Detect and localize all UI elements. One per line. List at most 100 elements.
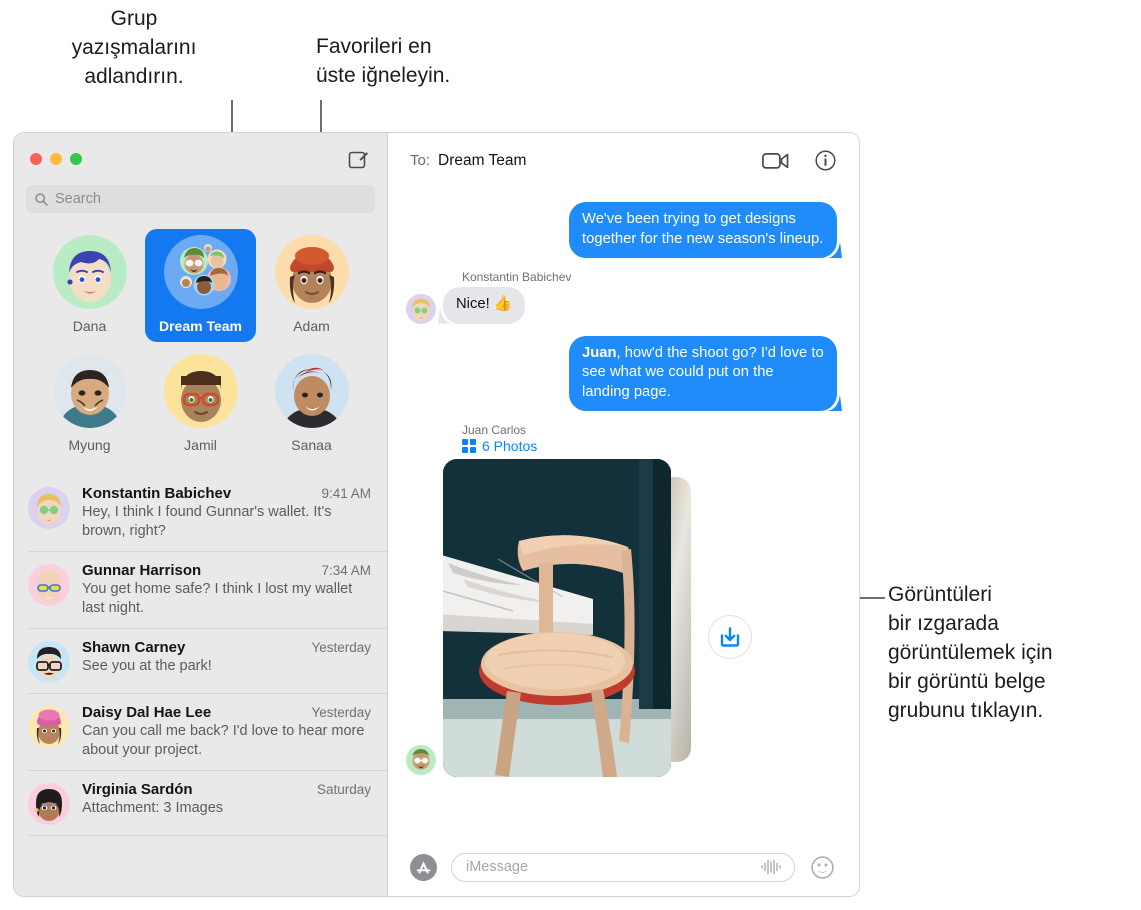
callout-group-naming: Grup yazışmalarını adlandırın. <box>71 7 197 88</box>
sidebar-toolbar <box>14 133 387 185</box>
conversation-list: Konstantin Babichev 9:41 AM Hey, I think… <box>14 475 387 896</box>
avatar <box>52 235 127 309</box>
info-icon[interactable] <box>815 150 836 171</box>
callout-pin-favorites: Favorileri en üste iğneleyin. <box>316 35 451 87</box>
conversation-body: Gunnar Harrison 7:34 AM You get home saf… <box>82 562 371 618</box>
message-bubble[interactable]: Nice! 👍 <box>443 287 526 324</box>
avatar-group <box>163 235 238 309</box>
search-icon <box>35 192 48 206</box>
conversation-header: Virginia Sardón Saturday <box>82 781 371 798</box>
message-row-outgoing: Juan, how'd the shoot go? I'd love to se… <box>406 335 837 411</box>
photos-count-link[interactable]: 6 Photos <box>462 438 837 454</box>
conversation-header: Konstantin Babichev 9:41 AM <box>82 485 371 502</box>
avatar <box>406 293 436 324</box>
message-bubble[interactable]: We've been trying to get designs togethe… <box>569 202 837 258</box>
avatar <box>274 354 349 428</box>
message-row-outgoing: We've been trying to get designs togethe… <box>406 202 837 258</box>
pinned-item-adam[interactable]: Adam <box>256 229 367 342</box>
smiley-icon[interactable] <box>809 854 835 880</box>
pinned-item-dream-team[interactable]: Dream Team <box>145 229 256 342</box>
avatar <box>28 641 70 683</box>
conversation-time: Yesterday <box>311 640 371 655</box>
message-group-incoming: Konstantin Babichev Nice! 👍 <box>406 270 837 324</box>
message-bubble[interactable]: Juan, how'd the shoot go? I'd love to se… <box>569 335 837 411</box>
callout-image-grid: Görüntüleri bir ızgarada görüntülemek iç… <box>888 583 1053 722</box>
conversation-preview: Can you call me back? I'd love to hear m… <box>82 723 365 758</box>
to-label: To: <box>410 152 431 169</box>
avatar <box>28 706 70 748</box>
photo-stack <box>443 459 691 779</box>
avatar <box>274 235 349 309</box>
photo-attachment-primary[interactable] <box>443 459 671 777</box>
conversation-time: 9:41 AM <box>321 486 371 501</box>
chat-header: To: Dream Team <box>388 133 859 188</box>
close-button[interactable] <box>30 153 42 165</box>
conversation-preview: Attachment: 3 Images <box>82 800 224 816</box>
search-container: Search <box>14 185 387 223</box>
pinned-item-label: Dream Team <box>158 318 242 334</box>
avatar <box>406 745 436 775</box>
message-input-container[interactable] <box>451 852 795 882</box>
photo-attachment-row <box>406 459 837 779</box>
conversation-body: Daisy Dal Hae Lee Yesterday Can you call… <box>82 704 371 760</box>
conversation-body: Konstantin Babichev 9:41 AM Hey, I think… <box>82 485 371 541</box>
conversation-name: Konstantin Babichev <box>82 485 232 502</box>
pinned-item-label: Sanaa <box>291 437 332 453</box>
header-actions <box>762 150 836 171</box>
pinned-item-label: Dana <box>72 318 107 334</box>
recipient-name[interactable]: Dream Team <box>438 152 526 170</box>
conversation-row-daisy-dal-hae-lee[interactable]: Daisy Dal Hae Lee Yesterday Can you call… <box>28 694 387 771</box>
pinned-item-myung[interactable]: Myung <box>34 348 145 461</box>
download-button[interactable] <box>708 615 752 659</box>
conversation-preview: Hey, I think I found Gunnar's wallet. It… <box>82 504 332 539</box>
conversation-row-virginia-sardon[interactable]: Virginia Sardón Saturday Attachment: 3 I… <box>28 771 387 836</box>
minimize-button[interactable] <box>50 153 62 165</box>
conversation-body: Virginia Sardón Saturday Attachment: 3 I… <box>82 781 371 825</box>
pinned-item-jamil[interactable]: Jamil <box>145 348 256 461</box>
app-store-icon[interactable] <box>410 853 437 881</box>
avatar <box>163 354 238 428</box>
conversation-pane: To: Dream Team We've been trying to get … <box>388 133 859 896</box>
avatar <box>28 487 70 529</box>
avatar <box>52 354 127 428</box>
avatar <box>28 564 70 606</box>
conversation-row-gunnar-harrison[interactable]: Gunnar Harrison 7:34 AM You get home saf… <box>28 552 387 629</box>
conversation-header: Shawn Carney Yesterday <box>82 639 371 656</box>
pinned-item-label: Adam <box>293 318 330 334</box>
conversation-time: Yesterday <box>311 705 371 720</box>
conversation-body: Shawn Carney Yesterday See you at the pa… <box>82 639 371 683</box>
search-placeholder: Search <box>55 191 101 207</box>
download-icon <box>720 627 740 647</box>
sidebar: Search Dana Dream Team Adam Myung Jamil … <box>14 133 388 896</box>
pinned-item-label: Myung <box>68 437 111 453</box>
pinned-item-sanaa[interactable]: Sanaa <box>256 348 367 461</box>
conversation-name: Daisy Dal Hae Lee <box>82 704 212 721</box>
conversation-preview: You get home safe? I think I lost my wal… <box>82 581 353 616</box>
avatar <box>28 783 70 825</box>
grid-icon <box>462 439 476 453</box>
compose-icon[interactable] <box>345 146 371 172</box>
message-input[interactable] <box>466 859 760 875</box>
attachment-block: Juan Carlos 6 Photos <box>462 423 837 454</box>
maximize-button[interactable] <box>70 153 82 165</box>
conversation-row-shawn-carney[interactable]: Shawn Carney Yesterday See you at the pa… <box>28 629 387 694</box>
video-camera-icon[interactable] <box>762 152 789 170</box>
message-composer <box>388 838 859 896</box>
search-input[interactable]: Search <box>26 185 375 213</box>
message-sender-name: Konstantin Babichev <box>462 270 572 284</box>
pinned-conversations-grid: Dana Dream Team Adam Myung Jamil Sanaa <box>14 223 387 475</box>
window-controls <box>30 153 82 165</box>
audio-waveform-icon[interactable] <box>760 859 782 875</box>
message-row-incoming: Nice! 👍 <box>406 287 837 324</box>
conversation-name: Gunnar Harrison <box>82 562 202 579</box>
photos-count-label: 6 Photos <box>482 438 538 454</box>
pinned-item-dana[interactable]: Dana <box>34 229 145 342</box>
conversation-row-konstantin-babichev[interactable]: Konstantin Babichev 9:41 AM Hey, I think… <box>28 475 387 552</box>
conversation-time: Saturday <box>316 782 371 797</box>
message-mention: Juan <box>582 344 617 361</box>
conversation-name: Shawn Carney <box>82 639 186 656</box>
message-text: , how'd the shoot go? I'd love to see wh… <box>582 344 824 400</box>
conversation-name: Virginia Sardón <box>82 781 193 798</box>
conversation-header: Gunnar Harrison 7:34 AM <box>82 562 371 579</box>
messages-area: We've been trying to get designs togethe… <box>388 188 859 838</box>
